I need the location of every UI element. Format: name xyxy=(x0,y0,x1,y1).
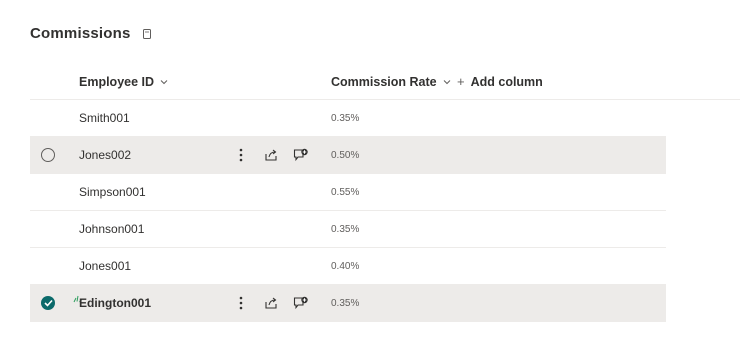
checkmark-icon xyxy=(43,299,53,307)
plus-icon: + xyxy=(457,74,465,89)
employee-id-cell[interactable]: Smith001 xyxy=(79,100,130,136)
table-row[interactable]: Simpson001 0.55% xyxy=(30,174,666,211)
list-header: Employee ID Commission Rate + Add column xyxy=(30,64,740,100)
table-row[interactable]: Jones002 0.50% xyxy=(30,137,666,174)
list-page: Commissions Employee ID Commission Rate … xyxy=(0,0,740,357)
row-actions xyxy=(233,137,309,173)
add-column-button[interactable]: + Add column xyxy=(457,64,543,99)
employee-id-cell[interactable]: Simpson001 xyxy=(79,174,146,210)
share-icon[interactable] xyxy=(263,295,279,311)
commission-rate-cell: 0.35% xyxy=(331,112,360,124)
commissions-list: Employee ID Commission Rate + Add column… xyxy=(30,64,740,322)
employee-id-cell[interactable]: Johnson001 xyxy=(79,211,144,247)
row-actions xyxy=(233,285,309,321)
table-row[interactable]: Smith001 0.35% xyxy=(30,100,666,137)
chevron-down-icon xyxy=(159,77,169,87)
comment-add-icon[interactable] xyxy=(293,147,309,163)
column-header-commission-rate-label: Commission Rate xyxy=(331,74,437,89)
chevron-down-icon xyxy=(442,77,452,87)
commission-rate-cell: 0.55% xyxy=(331,186,360,198)
employee-id-cell[interactable]: Jones002 xyxy=(79,137,131,173)
share-icon[interactable] xyxy=(263,147,279,163)
table-row[interactable]: Johnson001 0.35% xyxy=(30,211,666,248)
more-vertical-icon[interactable] xyxy=(233,295,249,311)
commission-rate-cell: 0.50% xyxy=(331,149,360,161)
commission-rate-cell: 0.35% xyxy=(331,223,360,235)
title-row: Commissions xyxy=(30,25,153,42)
table-row[interactable]: Jones001 0.40% xyxy=(30,248,666,285)
column-header-commission-rate[interactable]: Commission Rate xyxy=(331,64,452,99)
comment-add-icon[interactable] xyxy=(293,295,309,311)
add-column-label: Add column xyxy=(470,74,543,89)
employee-id-cell[interactable]: Jones001 xyxy=(79,248,131,284)
column-header-employee-id[interactable]: Employee ID xyxy=(79,64,169,99)
table-row[interactable]: Edington001 0.35% xyxy=(30,285,666,322)
commission-rate-cell: 0.35% xyxy=(331,297,360,309)
employee-id-cell[interactable]: Edington001 xyxy=(79,285,151,321)
row-selected-checkbox[interactable] xyxy=(41,296,55,310)
page-title: Commissions xyxy=(30,25,131,42)
document-view-icon[interactable] xyxy=(141,28,153,40)
column-header-employee-id-label: Employee ID xyxy=(79,74,155,89)
more-vertical-icon[interactable] xyxy=(233,147,249,163)
row-select-checkbox[interactable] xyxy=(41,148,55,162)
commission-rate-cell: 0.40% xyxy=(331,260,360,272)
